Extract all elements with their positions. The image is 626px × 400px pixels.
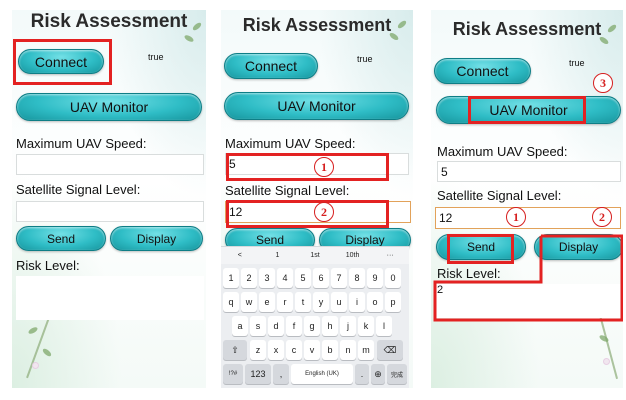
speed-label: Maximum UAV Speed: — [437, 144, 568, 159]
app-title: Risk Assessment — [242, 15, 392, 35]
satellite-input[interactable] — [16, 201, 204, 222]
suggestion-item[interactable]: 1 — [259, 252, 297, 259]
key-q[interactable]: q — [223, 292, 239, 312]
key-x[interactable]: x — [268, 340, 284, 360]
key-5[interactable]: 5 — [295, 268, 311, 288]
key-2[interactable]: 2 — [241, 268, 257, 288]
decor-flower — [603, 358, 610, 365]
callout-3: 3 — [593, 73, 613, 93]
connection-status: true — [569, 58, 585, 68]
suggestion-more-icon[interactable]: ··· — [371, 252, 409, 259]
risk-level-output — [16, 276, 204, 320]
callout-1: 1 — [314, 157, 334, 177]
send-button[interactable]: Send — [436, 234, 526, 260]
callout-2: 2 — [592, 207, 612, 227]
key-i[interactable]: i — [349, 292, 365, 312]
comma-key[interactable]: , — [273, 364, 289, 384]
app-title: Risk Assessment — [30, 11, 188, 32]
satellite-label: Satellite Signal Level: — [16, 182, 141, 197]
key-k[interactable]: k — [358, 316, 374, 336]
uav-monitor-button[interactable]: UAV Monitor — [436, 96, 621, 124]
connection-status: true — [148, 52, 164, 62]
callout-1: 1 — [506, 207, 526, 227]
key-8[interactable]: 8 — [349, 268, 365, 288]
shift-key-icon[interactable]: ⇧ — [223, 340, 247, 360]
speed-label: Maximum UAV Speed: — [225, 136, 356, 151]
uav-monitor-button[interactable]: UAV Monitor — [16, 93, 202, 121]
key-g[interactable]: g — [304, 316, 320, 336]
globe-key-icon[interactable]: ⊕ — [371, 364, 385, 384]
key-t[interactable]: t — [295, 292, 311, 312]
key-y[interactable]: y — [313, 292, 329, 312]
key-j[interactable]: j — [340, 316, 356, 336]
connect-button[interactable]: Connect — [224, 53, 318, 79]
screen-input: Risk Assessment Connect true UAV Monitor… — [221, 10, 413, 388]
satellite-label: Satellite Signal Level: — [437, 188, 562, 203]
screen-result: Risk Assessment Connect true UAV Monitor… — [431, 10, 623, 388]
period-key[interactable]: . — [355, 364, 369, 384]
decor-flower — [32, 362, 39, 369]
suggestion-item[interactable]: 1st — [296, 252, 334, 259]
display-button[interactable]: Display — [110, 226, 203, 251]
uav-monitor-button[interactable]: UAV Monitor — [224, 92, 409, 120]
key-e[interactable]: e — [259, 292, 275, 312]
key-a[interactable]: a — [232, 316, 248, 336]
enter-key[interactable]: 完成 — [387, 364, 407, 384]
suggestion-bar: < 1 1st 10th ··· — [221, 247, 409, 264]
speed-input[interactable] — [16, 154, 204, 175]
connect-button[interactable]: Connect — [434, 58, 531, 84]
key-v[interactable]: v — [304, 340, 320, 360]
numbers-key[interactable]: 123 — [245, 364, 271, 384]
risk-level-output: 2 — [435, 284, 621, 318]
suggestion-back-icon[interactable]: < — [221, 252, 259, 259]
key-z[interactable]: z — [250, 340, 266, 360]
key-n[interactable]: n — [340, 340, 356, 360]
key-b[interactable]: b — [322, 340, 338, 360]
connection-status: true — [357, 54, 373, 64]
screen-initial: Risk Assessment Connect true UAV Monitor… — [12, 10, 206, 388]
callout-2: 2 — [314, 202, 334, 222]
key-f[interactable]: f — [286, 316, 302, 336]
space-key[interactable]: English (UK) — [291, 364, 353, 384]
speed-input[interactable]: 5 — [437, 161, 621, 182]
key-o[interactable]: o — [367, 292, 383, 312]
risk-level-label: Risk Level: — [437, 266, 501, 281]
key-r[interactable]: r — [277, 292, 293, 312]
key-9[interactable]: 9 — [367, 268, 383, 288]
key-u[interactable]: u — [331, 292, 347, 312]
key-d[interactable]: d — [268, 316, 284, 336]
key-0[interactable]: 0 — [385, 268, 401, 288]
key-m[interactable]: m — [358, 340, 374, 360]
display-button[interactable]: Display — [534, 234, 623, 260]
key-4[interactable]: 4 — [277, 268, 293, 288]
key-7[interactable]: 7 — [331, 268, 347, 288]
soft-keyboard: < 1 1st 10th ··· 1 2 3 4 5 6 7 8 9 0 q w… — [221, 246, 409, 388]
symbols-key[interactable]: !?# — [223, 364, 243, 384]
connect-button[interactable]: Connect — [18, 49, 104, 74]
key-c[interactable]: c — [286, 340, 302, 360]
speed-label: Maximum UAV Speed: — [16, 136, 147, 151]
key-6[interactable]: 6 — [313, 268, 329, 288]
app-title: Risk Assessment — [452, 19, 602, 39]
key-1[interactable]: 1 — [223, 268, 239, 288]
key-w[interactable]: w — [241, 292, 257, 312]
satellite-label: Satellite Signal Level: — [225, 183, 350, 198]
key-h[interactable]: h — [322, 316, 338, 336]
backspace-key-icon[interactable]: ⌫ — [377, 340, 403, 360]
risk-level-label: Risk Level: — [16, 258, 80, 273]
key-p[interactable]: p — [385, 292, 401, 312]
key-l[interactable]: l — [376, 316, 392, 336]
suggestion-item[interactable]: 10th — [334, 252, 372, 259]
send-button[interactable]: Send — [16, 226, 106, 251]
key-3[interactable]: 3 — [259, 268, 275, 288]
key-s[interactable]: s — [250, 316, 266, 336]
